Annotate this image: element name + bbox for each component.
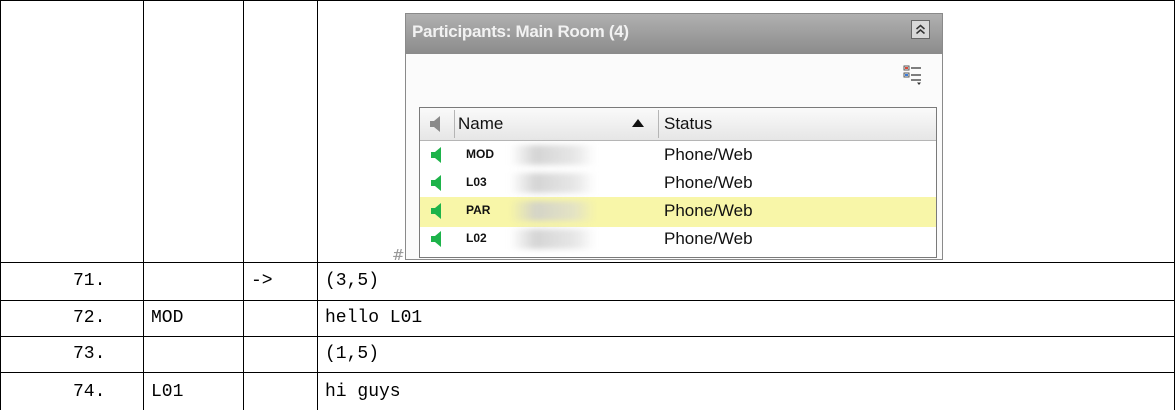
line-number: 73. (73, 344, 106, 364)
speaker-icon (431, 231, 441, 247)
double-chevron-up-icon (916, 24, 925, 35)
participants-panel: Participants: Main Room (4) Name Status … (405, 13, 943, 260)
row-divider (0, 300, 1175, 301)
participant-name: MOD (466, 147, 494, 161)
participant-status: Phone/Web (664, 145, 753, 164)
participant-name: L03 (466, 175, 487, 189)
participant-row-selected[interactable]: PAR Phone/Web (420, 197, 936, 227)
header-divider (454, 110, 455, 138)
arrow-marker: -> (251, 271, 273, 291)
utterance-text: hello L01 (325, 308, 423, 328)
column-divider-number (143, 0, 144, 410)
speaker-icon (431, 175, 441, 191)
redacted-name (510, 229, 596, 249)
redacted-name (510, 201, 596, 221)
row-divider (0, 262, 1175, 263)
participant-row[interactable]: L03 Phone/Web (420, 169, 936, 199)
speaker-icon (431, 147, 441, 163)
sort-ascending-icon (632, 119, 644, 127)
speaker-column-icon[interactable] (429, 115, 445, 133)
participant-name: PAR (466, 203, 491, 217)
header-divider (658, 110, 659, 138)
column-header-status[interactable]: Status (664, 114, 712, 134)
panel-title: Participants: Main Room (4) (412, 22, 629, 41)
row-divider (0, 372, 1175, 373)
participant-row[interactable]: L02 Phone/Web (420, 225, 936, 255)
speaker-icon (431, 203, 441, 219)
speaker-label: MOD (151, 308, 184, 328)
participant-status: Phone/Web (664, 201, 753, 220)
participant-name: L02 (466, 231, 487, 245)
redacted-name (510, 145, 596, 165)
line-number: 74. (73, 382, 106, 402)
column-divider-speaker (243, 0, 244, 410)
participant-status: Phone/Web (664, 229, 753, 248)
panel-header: Participants: Main Room (4) (406, 14, 942, 54)
participant-status: Phone/Web (664, 173, 753, 192)
line-number: 72. (73, 308, 106, 328)
participant-row[interactable]: MOD Phone/Web (420, 141, 936, 171)
figure-marker: # (392, 246, 405, 264)
list-options-icon[interactable] (902, 64, 924, 86)
row-divider (0, 0, 1175, 1)
redacted-name (510, 173, 596, 193)
participant-list: Name Status MOD Phone/Web L03 Phone/Web (419, 107, 937, 258)
list-header: Name Status (420, 108, 936, 141)
collapse-panel-button[interactable] (911, 20, 930, 39)
table-border-left (0, 0, 1, 410)
utterance-text: hi guys (325, 382, 401, 402)
speaker-label: L01 (151, 382, 184, 402)
column-divider-arrow (317, 0, 318, 410)
row-divider (0, 336, 1175, 337)
utterance-text: (1,5) (325, 344, 380, 364)
column-header-name[interactable]: Name (458, 114, 503, 134)
utterance-text: (3,5) (325, 271, 380, 291)
line-number: 71. (73, 271, 106, 291)
